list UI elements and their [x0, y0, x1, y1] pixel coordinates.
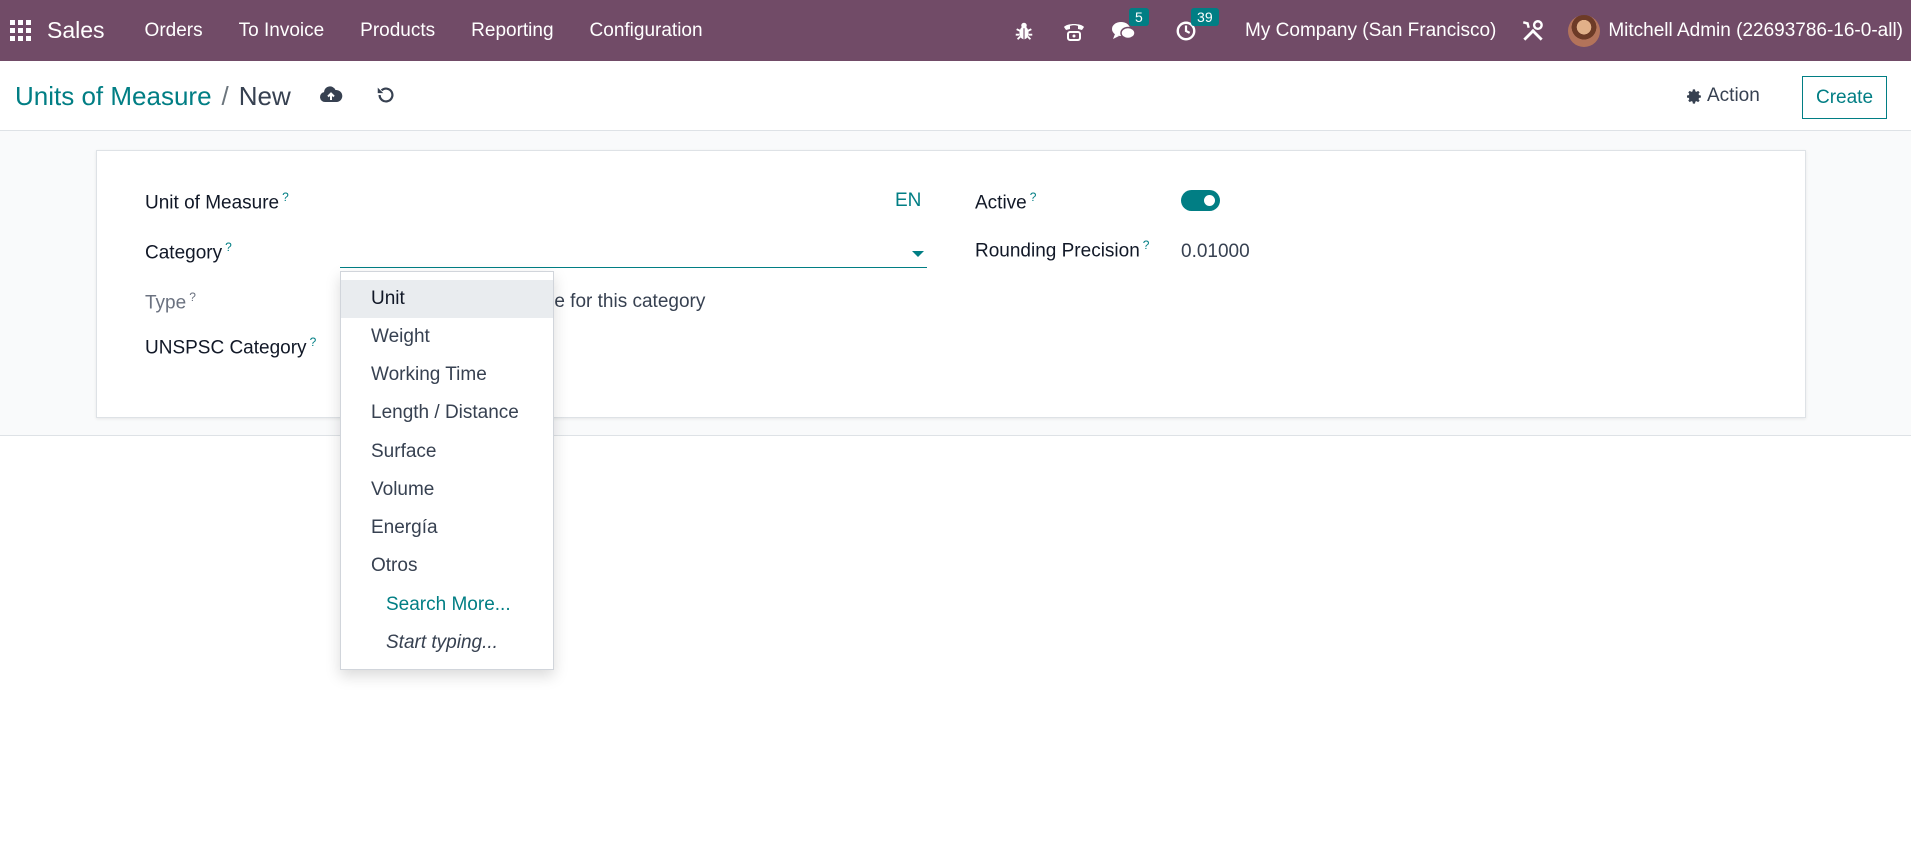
breadcrumb-parent-link[interactable]: Units of Measure — [15, 81, 212, 112]
top-navbar: Sales Orders To Invoice Products Reporti… — [0, 0, 1911, 61]
cloud-upload-icon[interactable] — [319, 83, 343, 107]
type-label: Type? — [145, 290, 196, 314]
help-tooltip-icon[interactable]: ? — [282, 190, 289, 204]
action-label: Action — [1707, 85, 1760, 106]
menu-reporting[interactable]: Reporting — [471, 20, 553, 42]
help-tooltip-icon[interactable]: ? — [189, 290, 196, 304]
search-more-link[interactable]: Search More... — [341, 586, 553, 624]
menu-orders[interactable]: Orders — [145, 20, 203, 42]
avatar[interactable] — [1568, 14, 1601, 47]
undo-icon[interactable] — [374, 83, 398, 107]
start-typing-hint: Start typing... — [386, 632, 498, 653]
help-tooltip-icon[interactable]: ? — [1030, 190, 1037, 204]
help-tooltip-icon[interactable]: ? — [310, 335, 317, 349]
type-value[interactable]: re for this category — [548, 291, 705, 313]
help-tooltip-icon[interactable]: ? — [225, 240, 232, 254]
dropdown-option-unit[interactable]: Unit — [341, 280, 553, 318]
breadcrumb: Units of Measure / New — [15, 81, 291, 112]
tools-icon[interactable] — [1518, 16, 1548, 46]
user-menu[interactable]: Mitchell Admin (22693786-16-0-all) — [1608, 20, 1903, 42]
app-brand[interactable]: Sales — [47, 17, 105, 44]
bug-icon[interactable] — [1009, 16, 1039, 46]
dropdown-option-working-time[interactable]: Working Time — [341, 356, 553, 394]
breadcrumb-current: New — [238, 81, 291, 111]
dropdown-option-energia[interactable]: Energía — [341, 509, 553, 547]
chevron-down-icon[interactable] — [912, 251, 924, 257]
action-menu-button[interactable]: Action — [1686, 85, 1760, 107]
chat-icon[interactable]: 5 — [1109, 7, 1149, 46]
rounding-precision-label: Rounding Precision? — [975, 238, 1150, 262]
category-input[interactable] — [340, 238, 927, 268]
unspsc-category-label: UNSPSC Category? — [145, 335, 317, 359]
rounding-precision-input[interactable]: 0.01000 — [1181, 241, 1250, 263]
messages-count-badge: 5 — [1129, 7, 1149, 26]
menu-to-invoice[interactable]: To Invoice — [239, 20, 325, 42]
menu-configuration[interactable]: Configuration — [590, 20, 703, 42]
create-button[interactable]: Create — [1802, 76, 1887, 119]
language-toggle[interactable]: EN — [895, 190, 921, 212]
menu-products[interactable]: Products — [360, 20, 435, 42]
clock-icon[interactable]: 39 — [1171, 7, 1219, 46]
phone-icon[interactable] — [1059, 16, 1089, 46]
dropdown-option-surface[interactable]: Surface — [341, 433, 553, 471]
activities-count-badge: 39 — [1191, 7, 1219, 26]
company-switcher[interactable]: My Company (San Francisco) — [1245, 20, 1496, 42]
gear-icon — [1686, 88, 1701, 104]
dropdown-option-otros[interactable]: Otros — [341, 547, 553, 585]
dropdown-option-length-distance[interactable]: Length / Distance — [341, 394, 553, 432]
active-toggle[interactable] — [1181, 190, 1220, 211]
uom-name-label: Unit of Measure? — [145, 190, 289, 214]
category-label: Category? — [145, 240, 232, 264]
toggle-knob — [1204, 195, 1215, 206]
category-dropdown: Unit Weight Working Time Length / Distan… — [340, 271, 554, 670]
breadcrumb-separator: / — [221, 81, 229, 111]
active-label: Active? — [975, 190, 1037, 214]
help-tooltip-icon[interactable]: ? — [1143, 238, 1150, 252]
dropdown-option-volume[interactable]: Volume — [341, 471, 553, 509]
navbar-systray: 5 39 My Company (San Francisco) Mitchell… — [999, 0, 1911, 61]
dropdown-option-weight[interactable]: Weight — [341, 318, 553, 356]
apps-grid-icon[interactable] — [0, 0, 40, 61]
control-panel: Units of Measure / New Action Create — [0, 61, 1911, 131]
